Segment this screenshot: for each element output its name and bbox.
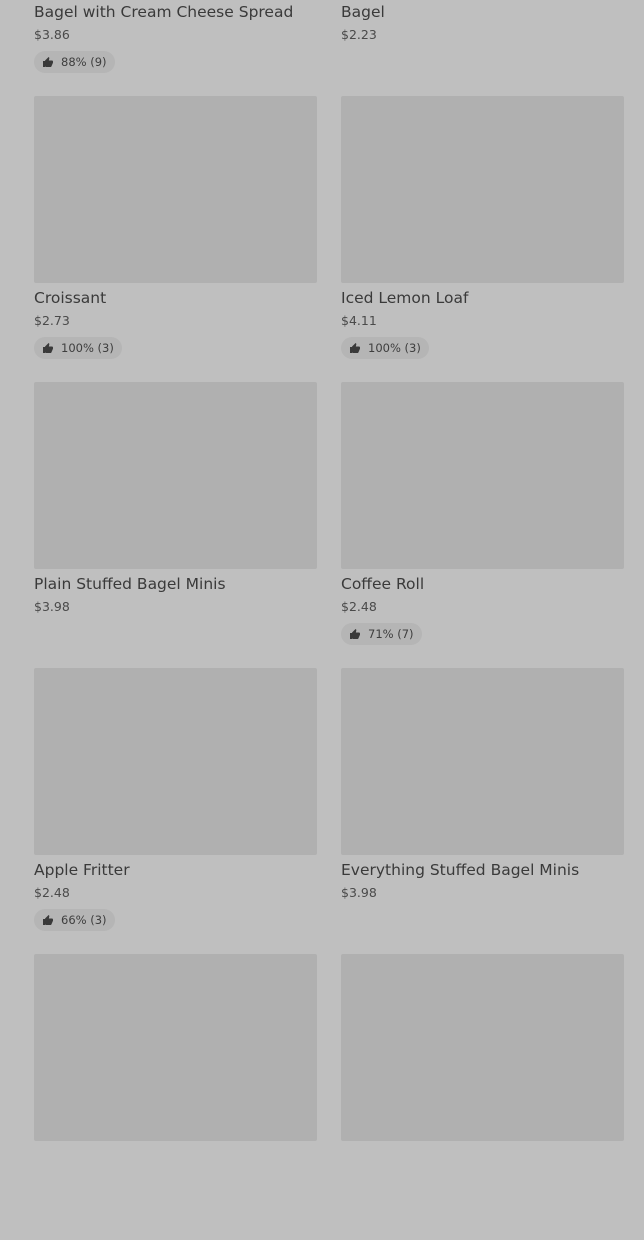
thumbs-up-icon xyxy=(348,627,362,641)
product-name[interactable]: Coffee Roll xyxy=(341,574,424,594)
product-grid: Bagel with Cream Cheese Spread $3.86 88%… xyxy=(34,0,624,1240)
product-price: $2.73 xyxy=(34,313,70,328)
rating-badge: 66% (3) xyxy=(34,909,115,931)
product-image[interactable] xyxy=(341,668,624,855)
product-name[interactable]: Bagel with Cream Cheese Spread xyxy=(34,2,293,22)
product-name[interactable]: Iced Lemon Loaf xyxy=(341,288,468,308)
product-card[interactable]: Bagel $2.23 xyxy=(341,0,624,96)
product-price: $3.86 xyxy=(34,27,70,42)
product-card[interactable]: Croissant $2.73 100% (3) xyxy=(34,96,317,382)
rating-text: 71% (7) xyxy=(368,627,414,641)
rating-badge: 88% (9) xyxy=(34,51,115,73)
product-price: $4.11 xyxy=(341,313,377,328)
product-image[interactable] xyxy=(34,954,317,1141)
product-name[interactable]: Bagel xyxy=(341,2,385,22)
rating-text: 100% (3) xyxy=(61,341,114,355)
rating-badge: 100% (3) xyxy=(341,337,429,359)
product-image[interactable] xyxy=(341,954,624,1141)
product-card[interactable]: Bagel with Cream Cheese Spread $3.86 88%… xyxy=(34,0,317,96)
rating-text: 66% (3) xyxy=(61,913,107,927)
product-price: $2.23 xyxy=(341,27,377,42)
product-price: $3.98 xyxy=(341,885,377,900)
product-card[interactable] xyxy=(34,954,317,1240)
product-name[interactable]: Plain Stuffed Bagel Minis xyxy=(34,574,226,594)
product-image[interactable] xyxy=(34,382,317,569)
product-card[interactable]: Apple Fritter $2.48 66% (3) xyxy=(34,668,317,954)
rating-badge: 100% (3) xyxy=(34,337,122,359)
thumbs-up-icon xyxy=(41,55,55,69)
product-image[interactable] xyxy=(341,96,624,283)
thumbs-up-icon xyxy=(348,341,362,355)
product-price: $2.48 xyxy=(34,885,70,900)
product-card[interactable]: Coffee Roll $2.48 71% (7) xyxy=(341,382,624,668)
product-card[interactable]: Iced Lemon Loaf $4.11 100% (3) xyxy=(341,96,624,382)
product-image[interactable] xyxy=(341,382,624,569)
product-price: $3.98 xyxy=(34,599,70,614)
product-image[interactable] xyxy=(34,668,317,855)
product-card[interactable]: Plain Stuffed Bagel Minis $3.98 xyxy=(34,382,317,668)
product-name[interactable]: Croissant xyxy=(34,288,106,308)
thumbs-up-icon xyxy=(41,913,55,927)
product-card[interactable]: Everything Stuffed Bagel Minis $3.98 xyxy=(341,668,624,954)
product-name[interactable]: Everything Stuffed Bagel Minis xyxy=(341,860,579,880)
product-image[interactable] xyxy=(34,96,317,283)
rating-text: 100% (3) xyxy=(368,341,421,355)
product-name[interactable]: Apple Fritter xyxy=(34,860,130,880)
rating-text: 88% (9) xyxy=(61,55,107,69)
product-price: $2.48 xyxy=(341,599,377,614)
rating-badge: 71% (7) xyxy=(341,623,422,645)
thumbs-up-icon xyxy=(41,341,55,355)
product-card[interactable] xyxy=(341,954,624,1240)
